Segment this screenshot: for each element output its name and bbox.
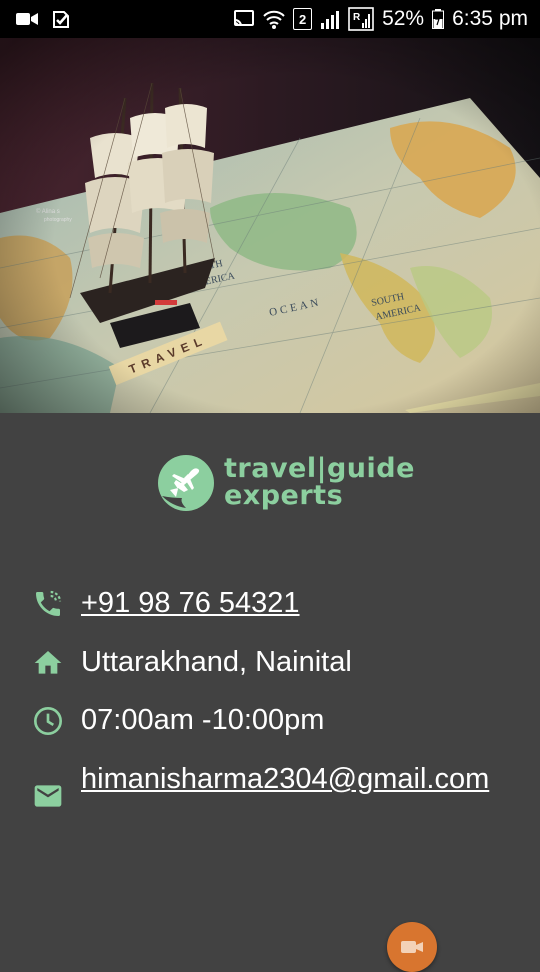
video-camera-icon <box>401 941 423 953</box>
clock-icon <box>34 707 62 735</box>
email-icon <box>34 785 62 807</box>
brand-line-1: travel|guide <box>224 453 415 484</box>
home-icon <box>34 651 62 674</box>
hours-text: 07:00am -10:00pm <box>81 704 325 736</box>
svg-text:R: R <box>353 12 361 23</box>
brand-line-2: experts <box>224 480 344 511</box>
contact-email-row[interactable]: himanisharma2304@gmail.com <box>32 762 521 812</box>
status-left-icons <box>16 9 72 29</box>
contact-phone-row[interactable]: +91 98 76 54321 <box>32 586 521 620</box>
brand-logo: travel|guide experts <box>156 452 415 512</box>
wifi-icon <box>263 8 285 30</box>
video-camera-fab[interactable] <box>387 922 437 972</box>
roaming-signal-icon: R <box>348 7 374 31</box>
status-right-icons: 2 R 52% 6:35 pm <box>233 7 528 31</box>
phone-link[interactable]: +91 98 76 54321 <box>81 586 521 620</box>
status-bar: 2 R 52% 6:35 pm <box>0 0 540 38</box>
brand-wordmark: travel|guide experts <box>224 455 415 509</box>
cast-icon <box>233 10 255 28</box>
airplane-logo-icon <box>158 455 214 511</box>
sim-2-icon: 2 <box>293 8 313 30</box>
phone-in-talk-icon <box>36 590 62 616</box>
signal-icon <box>320 9 340 29</box>
battery-percent: 52% <box>382 7 425 30</box>
notification-check-icon <box>52 9 72 29</box>
hero-image: NORTH AMERICA OCEAN SOUTH AMERICA © Alin… <box>0 38 540 413</box>
address-text: Uttarakhand, Nainital <box>81 646 352 678</box>
video-call-icon <box>16 11 38 27</box>
battery-icon <box>432 9 445 29</box>
clock: 6:35 pm <box>452 7 528 30</box>
email-link[interactable]: himanisharma2304@gmail.com <box>81 762 521 796</box>
contact-address-row: Uttarakhand, Nainital <box>32 645 521 679</box>
contact-hours-row: 07:00am -10:00pm <box>32 703 521 737</box>
